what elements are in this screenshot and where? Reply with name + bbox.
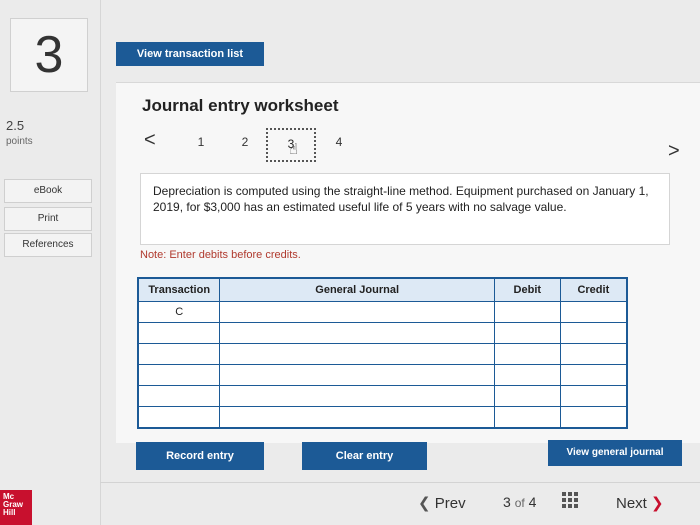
step-1[interactable]: 1 [192,135,210,149]
credit-input[interactable] [559,406,628,429]
debit-credit-note: Note: Enter debits before credits. [140,249,301,261]
step-4[interactable]: 4 [330,135,348,149]
question-number: 3 [10,18,88,92]
grid-view-icon[interactable] [562,492,580,510]
credit-input[interactable] [559,364,628,386]
points-value: 2.5 [6,118,25,133]
prev-step-arrow-icon[interactable]: < [144,129,156,152]
table-row [137,385,628,407]
sidebar-divider [100,0,101,525]
view-transaction-list-button[interactable]: View transaction list [116,42,264,66]
transaction-cell [137,385,221,407]
worksheet-title: Journal entry worksheet [142,96,339,115]
chevron-right-icon: ❯ [651,495,664,512]
journal-entry-table: Transaction General Journal Debit Credit… [137,277,628,429]
debit-input[interactable] [493,364,561,386]
table-row [137,364,628,386]
transaction-cell [137,322,221,344]
debit-input[interactable] [493,385,561,407]
chevron-left-icon: ❮ [418,495,431,512]
transaction-cell [137,343,221,365]
credit-input[interactable] [559,385,628,407]
points-label: points [6,136,33,147]
account-input[interactable] [219,322,495,344]
account-input[interactable] [219,385,495,407]
debit-input[interactable] [493,322,561,344]
transaction-cell: C [137,301,221,323]
account-input[interactable] [219,343,495,365]
table-row [137,343,628,365]
step-2[interactable]: 2 [236,135,254,149]
debit-input[interactable] [493,406,561,429]
print-link[interactable]: Print [4,207,92,231]
view-general-journal-button[interactable]: View general journal [548,440,682,466]
account-input[interactable] [219,364,495,386]
prev-button[interactable]: ❮ Prev [418,494,466,512]
header-transaction: Transaction [137,277,221,302]
page-indicator: 3 of 4 [503,494,537,510]
credit-input[interactable] [559,343,628,365]
clear-entry-button[interactable]: Clear entry [302,442,427,470]
debit-input[interactable] [493,343,561,365]
next-button[interactable]: Next ❯ [616,494,664,512]
next-step-arrow-icon[interactable]: > [668,140,680,163]
debit-input[interactable] [493,301,561,323]
header-general-journal: General Journal [219,277,495,302]
header-debit: Debit [493,277,561,302]
transaction-cell [137,364,221,386]
credit-input[interactable] [559,322,628,344]
table-row: C [137,301,628,323]
record-entry-button[interactable]: Record entry [136,442,264,470]
account-input[interactable] [219,301,495,323]
table-row [137,406,628,429]
references-link[interactable]: References [4,233,92,257]
transaction-cell [137,406,221,429]
transaction-description: Depreciation is computed using the strai… [140,173,670,245]
account-input[interactable] [219,406,495,429]
publisher-logo: Mc Graw Hill [0,490,32,525]
header-credit: Credit [559,277,628,302]
ebook-link[interactable]: eBook [4,179,92,203]
credit-input[interactable] [559,301,628,323]
table-row [137,322,628,344]
pointer-hand-icon: ☝ [289,141,299,158]
footer-divider [100,482,700,483]
